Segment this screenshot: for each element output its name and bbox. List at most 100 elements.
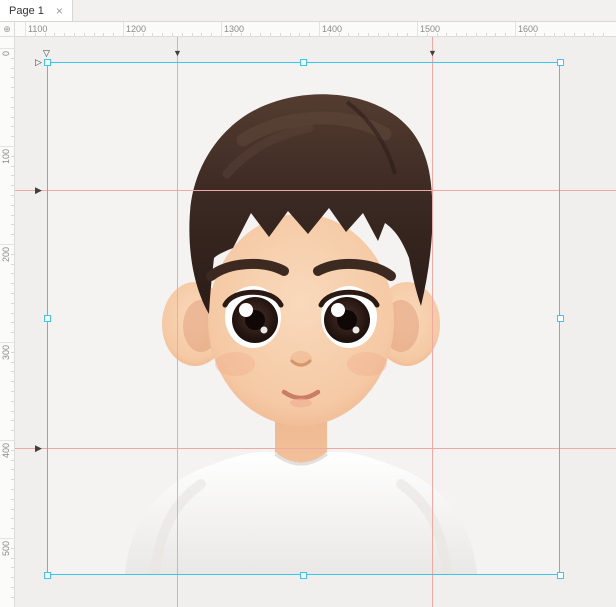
- ruler-tick: [505, 33, 507, 36]
- selection-handle[interactable]: [44, 59, 51, 66]
- ruler-label: 100: [1, 149, 11, 165]
- guide-marker-top[interactable]: ▼: [428, 49, 437, 58]
- horizontal-ruler[interactable]: 1100 1200 1300 1400 1500 1600: [15, 22, 616, 37]
- ruler-tick: [328, 33, 330, 36]
- ruler-tick: [11, 557, 14, 559]
- ruler-tick: [426, 33, 428, 36]
- ruler-tick: [0, 244, 14, 245]
- ruler-tick: [11, 165, 14, 167]
- tab-close-icon[interactable]: ×: [56, 5, 63, 17]
- ruler-tick: [524, 33, 526, 36]
- ruler-label: 0: [1, 51, 11, 57]
- vertical-ruler[interactable]: 0 100 200 300 400 500: [0, 37, 15, 607]
- selection-handle[interactable]: [300, 572, 307, 579]
- design-app-window: Page 1 × ⊕ 1100 1200 1300 1400 1500 1600 0 100…: [0, 0, 616, 607]
- ruler-label: 500: [1, 541, 11, 557]
- ruler-tick: [11, 204, 14, 206]
- ruler-tick: [0, 538, 14, 539]
- tab-label: Page 1: [9, 4, 44, 17]
- ruler-tick: [260, 33, 262, 36]
- ruler-tick: [11, 528, 14, 530]
- tab-page-1[interactable]: Page 1 ×: [0, 0, 73, 21]
- ruler-tick: [387, 33, 389, 36]
- ruler-tick: [485, 33, 487, 36]
- ruler-tick: [11, 195, 14, 196]
- ruler-tick: [397, 33, 399, 36]
- ruler-tick: [44, 33, 46, 36]
- ruler-tick: [11, 547, 14, 549]
- ruler-tick: [181, 33, 183, 36]
- ruler-tick: [34, 33, 36, 36]
- ruler-tick: [299, 33, 301, 36]
- ruler-tick: [11, 498, 14, 500]
- ruler-tick: [279, 33, 281, 36]
- ruler-tick: [11, 175, 14, 177]
- ruler-tick: [11, 77, 14, 79]
- ruler-tick: [11, 224, 14, 226]
- page-tab-bar: Page 1 ×: [0, 0, 616, 22]
- ruler-tick: [11, 351, 14, 353]
- ruler-tick: [11, 67, 14, 69]
- ruler-tick: [11, 430, 14, 432]
- ruler-tick: [11, 596, 14, 598]
- ruler-tick: [162, 33, 164, 36]
- ruler-tick: [11, 116, 14, 118]
- ruler-tick: [172, 33, 173, 36]
- selection-handle[interactable]: [557, 59, 564, 66]
- ruler-tick: [11, 253, 14, 255]
- ruler-tick: [583, 33, 585, 36]
- ruler-tick: [338, 33, 340, 36]
- ruler-origin-corner[interactable]: ⊕: [0, 22, 15, 37]
- selection-handle[interactable]: [557, 572, 564, 579]
- ruler-tick: [289, 33, 291, 36]
- selection-handle[interactable]: [300, 59, 307, 66]
- ruler-tick: [456, 33, 458, 36]
- ruler-tick: [446, 33, 448, 36]
- ruler-tick: [554, 33, 556, 36]
- selection-box[interactable]: [47, 62, 560, 575]
- ruler-tick: [11, 97, 14, 98]
- guide-marker-top[interactable]: ▼: [173, 49, 182, 58]
- ruler-tick: [0, 440, 14, 441]
- ruler-tick: [11, 479, 14, 481]
- ruler-tick: [230, 33, 232, 36]
- ruler-tick: [495, 33, 497, 36]
- ruler-tick: [11, 312, 14, 314]
- ruler-tick: [83, 33, 85, 36]
- selection-handle[interactable]: [557, 315, 564, 322]
- ruler-tick: [11, 126, 14, 128]
- ruler-tick: [11, 57, 14, 59]
- ruler-tick: [93, 33, 95, 36]
- ruler-tick: [377, 33, 379, 36]
- ruler-tick: [603, 33, 605, 36]
- ruler-tick: [436, 33, 438, 36]
- ruler-tick: [564, 33, 565, 36]
- ruler-tick: [407, 33, 409, 36]
- ruler-tick: [11, 449, 14, 451]
- ruler-tick: [11, 273, 14, 275]
- ruler-tick: [11, 136, 14, 138]
- ruler-tick: [103, 33, 105, 36]
- selection-handle[interactable]: [44, 315, 51, 322]
- ruler-tick: [11, 283, 14, 285]
- ruler-tick: [11, 302, 14, 304]
- ruler-tick: [11, 391, 14, 392]
- ruler-tick: [11, 469, 14, 471]
- guide-marker-left[interactable]: ▶: [35, 186, 42, 195]
- ruler-tick: [11, 410, 14, 412]
- ruler-tick: [348, 33, 350, 36]
- ruler-label: 300: [1, 345, 11, 361]
- ruler-tick: [270, 33, 271, 36]
- ruler-tick: [475, 33, 477, 36]
- ruler-tick: [368, 33, 369, 36]
- ruler-tick: [11, 518, 14, 520]
- ruler-tick: [11, 322, 14, 324]
- ruler-tick: [11, 400, 14, 402]
- ruler-tick: [25, 22, 26, 36]
- guide-marker-left[interactable]: ▶: [35, 444, 42, 453]
- ruler-tick: [11, 420, 14, 422]
- selection-handle[interactable]: [44, 572, 51, 579]
- ruler-tick: [240, 33, 242, 36]
- ruler-tick: [0, 48, 14, 49]
- ruler-tick: [11, 508, 14, 510]
